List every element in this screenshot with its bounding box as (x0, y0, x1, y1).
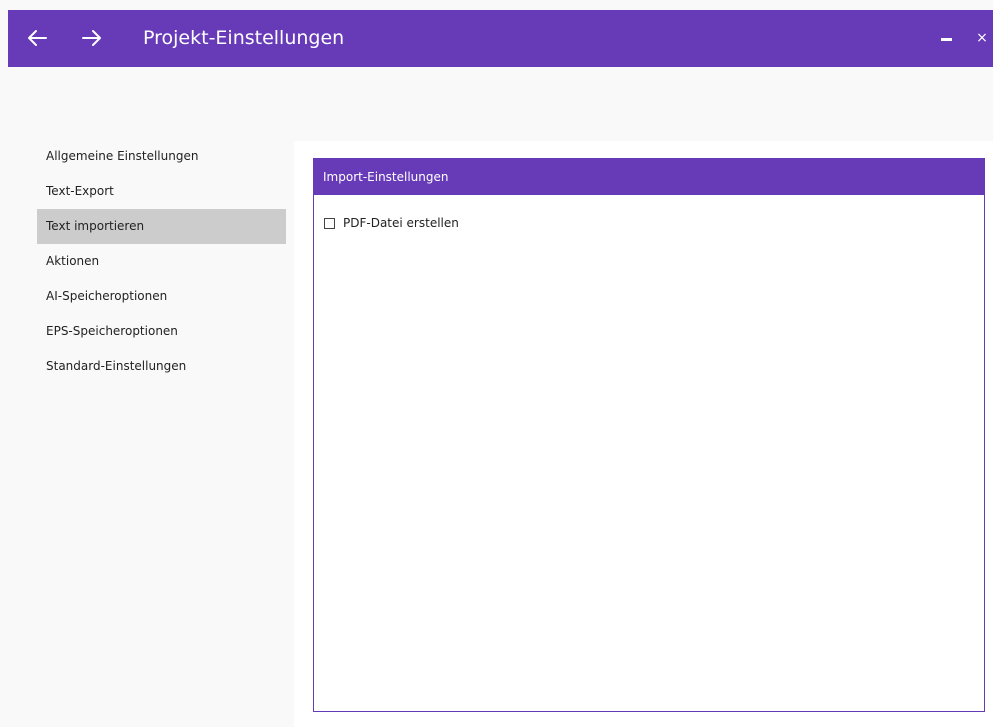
sidebar-item-ai-speicheroptionen[interactable]: AI-Speicheroptionen (37, 279, 286, 314)
sidebar-item-text-importieren[interactable]: Text importieren (37, 209, 286, 244)
close-button[interactable]: × (974, 30, 990, 46)
settings-nav: Allgemeine Einstellungen Text-Export Tex… (37, 139, 286, 384)
sidebar-item-label: EPS-Speicheroptionen (46, 324, 178, 338)
sidebar-item-text-export[interactable]: Text-Export (37, 174, 286, 209)
panel-header: Import-Einstellungen (314, 159, 984, 195)
minimize-button[interactable] (937, 32, 957, 48)
sidebar-item-label: Allgemeine Einstellungen (46, 149, 199, 163)
sidebar-item-label: Text-Export (46, 184, 114, 198)
sidebar-item-label: Text importieren (46, 219, 145, 233)
import-settings-panel: Import-Einstellungen PDF-Datei erstellen (313, 158, 985, 712)
sidebar-item-label: AI-Speicheroptionen (46, 289, 168, 303)
close-icon: × (976, 30, 988, 46)
arrow-right-icon (82, 30, 101, 46)
settings-window: Projekt-Einstellungen × Allgemeine Einst… (0, 0, 993, 727)
window-title: Projekt-Einstellungen (143, 27, 345, 49)
minimize-icon (941, 38, 952, 41)
back-button[interactable] (22, 23, 52, 53)
sidebar-item-label: Aktionen (46, 254, 100, 268)
pdf-checkbox[interactable] (324, 217, 335, 229)
sidebar-item-aktionen[interactable]: Aktionen (37, 244, 286, 279)
sidebar-item-eps-speicheroptionen[interactable]: EPS-Speicheroptionen (37, 314, 286, 349)
sidebar-item-label: Standard-Einstellungen (46, 359, 187, 373)
pdf-checkbox-label: PDF-Datei erstellen (343, 216, 459, 230)
arrow-left-icon (28, 30, 47, 46)
forward-button[interactable] (77, 23, 107, 53)
sidebar-item-standard-einstellungen[interactable]: Standard-Einstellungen (37, 349, 286, 384)
sidebar-item-allgemeine-einstellungen[interactable]: Allgemeine Einstellungen (37, 139, 286, 174)
pdf-option-row[interactable]: PDF-Datei erstellen (324, 216, 459, 230)
title-bar: Projekt-Einstellungen × (8, 10, 993, 67)
